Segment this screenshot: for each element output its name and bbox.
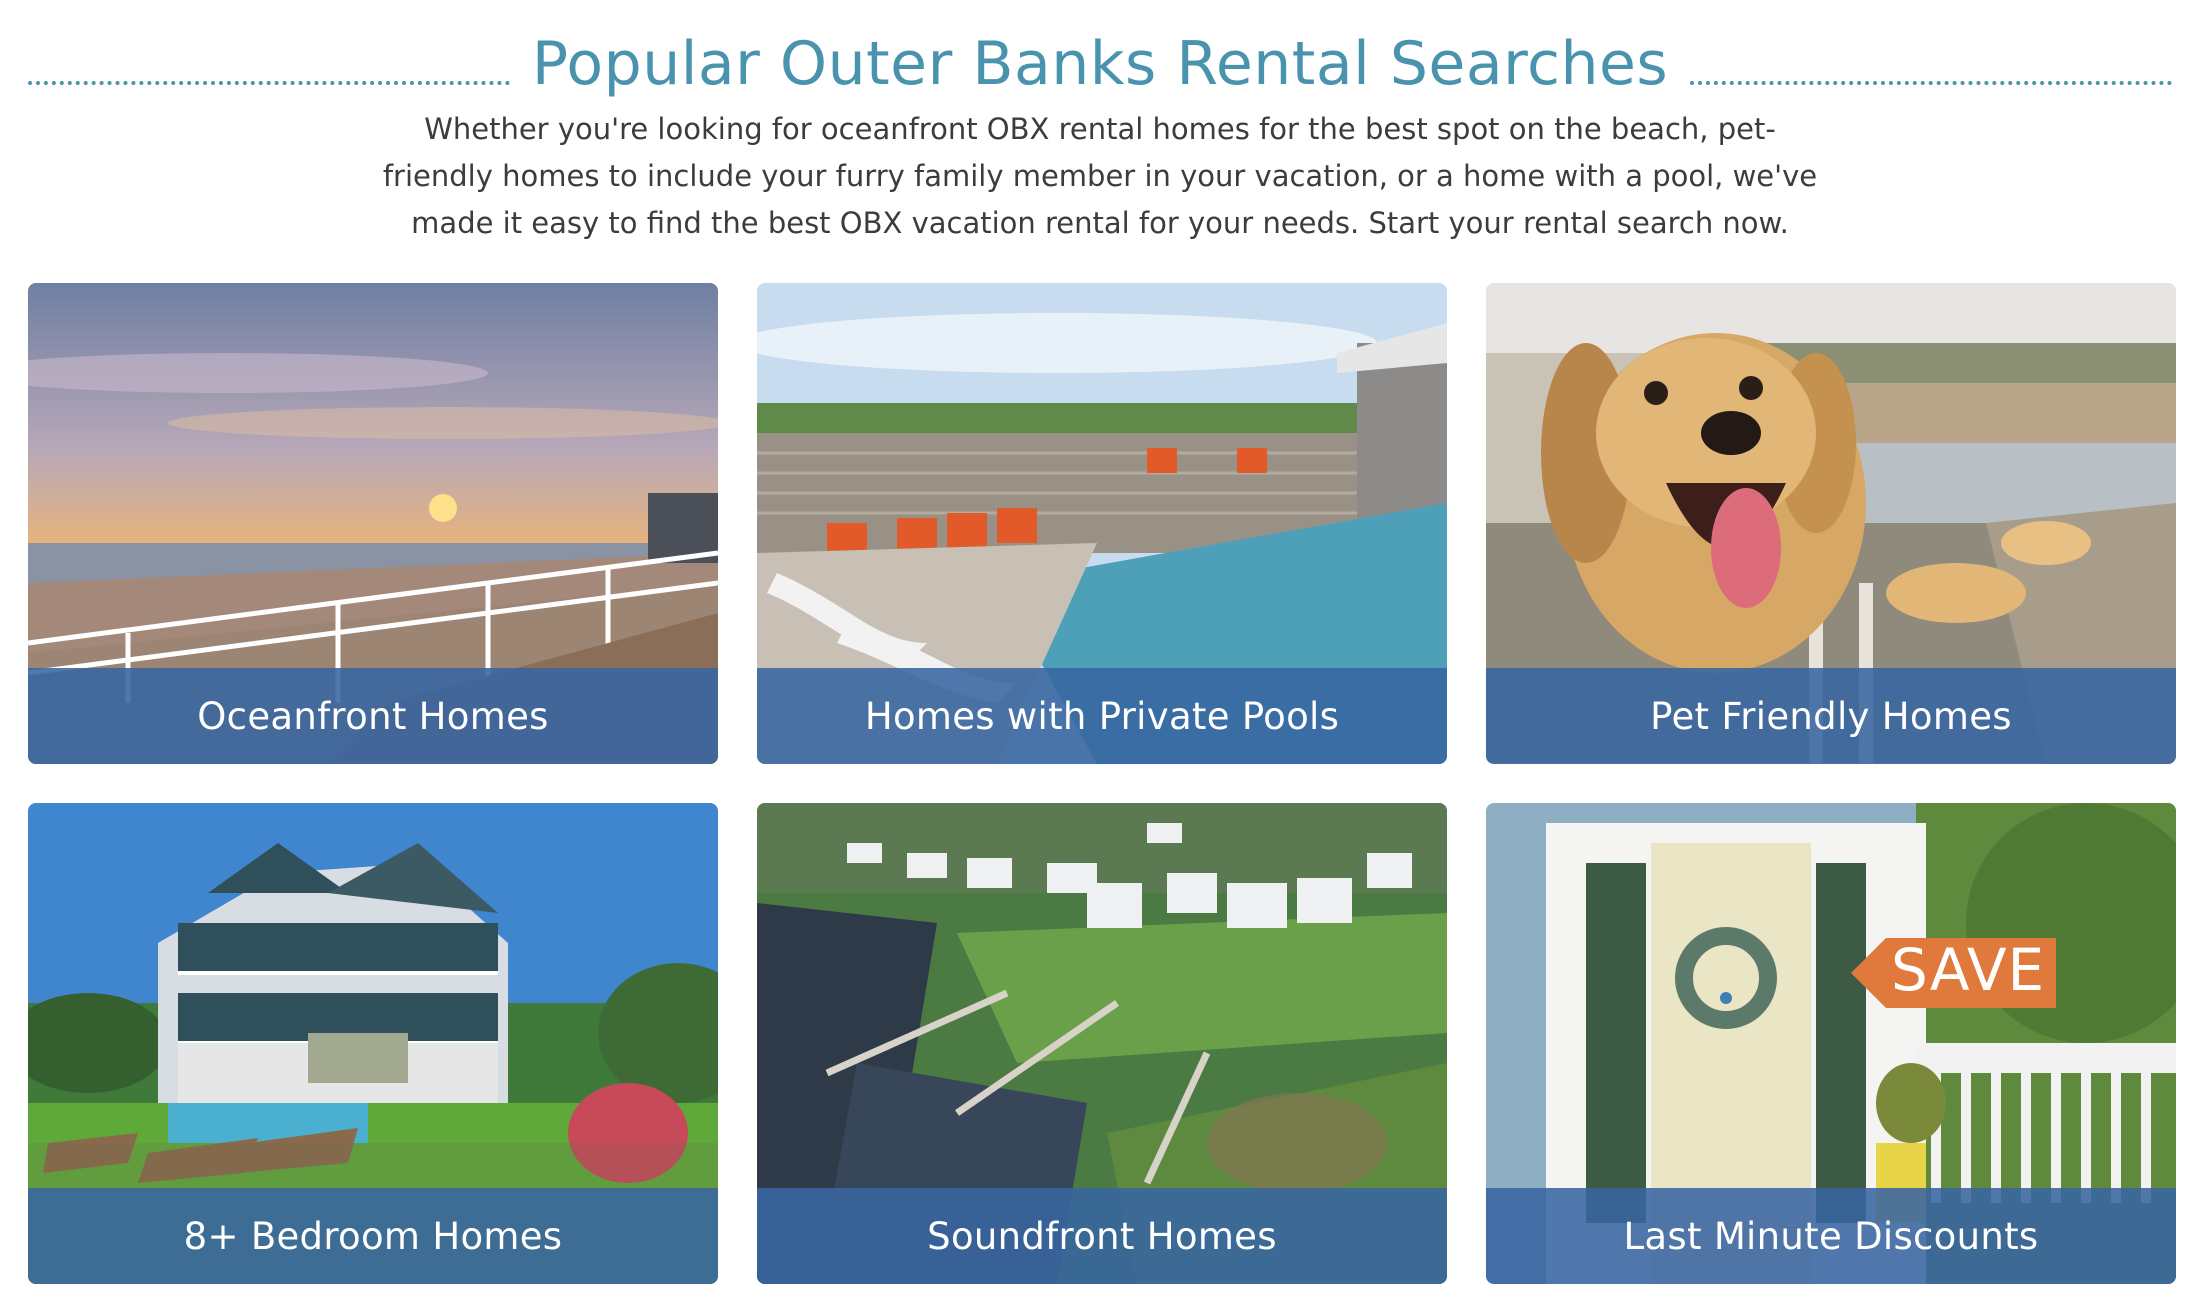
section-intro: Whether you're looking for oceanfront OB… [382,112,1818,240]
card-label: Pet Friendly Homes [1486,668,2176,764]
heading-divider-right [1690,81,2173,85]
card-pet-friendly[interactable]: Pet Friendly Homes [1486,283,2176,764]
card-label: Oceanfront Homes [28,668,718,764]
heading-divider-left [28,81,510,85]
card-last-minute-discounts[interactable]: SAVE Last Minute Discounts [1486,803,2176,1284]
section-title: Popular Outer Banks Rental Searches [531,29,1669,99]
card-private-pools[interactable]: Homes with Private Pools [757,283,1447,764]
card-8-plus-bedroom[interactable]: 8+ Bedroom Homes [28,803,718,1284]
section-heading: Popular Outer Banks Rental Searches [28,22,2173,106]
card-label: Homes with Private Pools [757,668,1447,764]
card-label: 8+ Bedroom Homes [28,1188,718,1284]
search-card-grid: Oceanfront Homes Homes with Private Pool… [28,283,2176,1284]
card-oceanfront-homes[interactable]: Oceanfront Homes [28,283,718,764]
card-label: Last Minute Discounts [1486,1188,2176,1284]
card-label: Soundfront Homes [757,1188,1447,1284]
card-soundfront-homes[interactable]: Soundfront Homes [757,803,1447,1284]
save-badge: SAVE [1891,936,2046,1004]
